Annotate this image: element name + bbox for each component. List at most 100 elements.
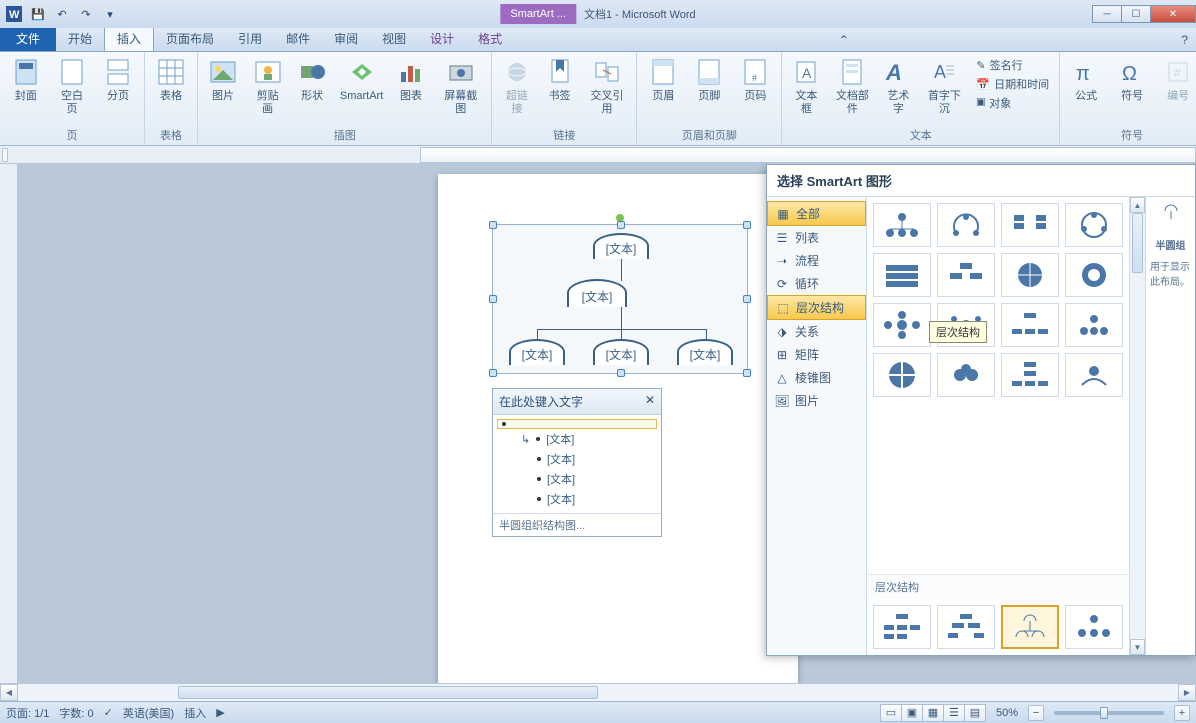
category-matrix[interactable]: ⊞矩阵	[767, 343, 866, 366]
category-list-item[interactable]: ☰列表	[767, 226, 866, 249]
quick-parts-button[interactable]: 文档部件	[828, 54, 876, 118]
blank-page-button[interactable]: 空白页	[50, 54, 95, 118]
layout-thumb[interactable]	[1065, 203, 1123, 247]
layout-thumb[interactable]	[873, 203, 931, 247]
footer-button[interactable]: 页脚	[687, 54, 731, 105]
layout-thumb[interactable]	[1001, 203, 1059, 247]
web-layout-view-icon[interactable]: ▦	[922, 704, 944, 722]
help-icon[interactable]: ?	[1173, 29, 1196, 51]
page-number-button[interactable]: #页码	[733, 54, 777, 105]
smartart-node[interactable]: [文本]	[509, 339, 565, 365]
smartart-node[interactable]: [文本]	[567, 279, 627, 307]
document-area[interactable]: [文本] [文本] [文本] [文本] [文本] 在此处键入文字 ✕ ↳[文本]…	[18, 164, 1196, 683]
horizontal-scrollbar[interactable]: ◀ ▶	[0, 683, 1196, 701]
layout-thumb[interactable]	[1065, 353, 1123, 397]
layout-thumb[interactable]	[873, 605, 931, 649]
smartart-node[interactable]: [文本]	[593, 233, 649, 259]
layout-thumb[interactable]	[873, 303, 931, 347]
category-relationship[interactable]: ⬗关系	[767, 320, 866, 343]
scroll-down-icon[interactable]: ▼	[1130, 639, 1145, 655]
text-pane-item[interactable]: [文本]	[497, 489, 657, 509]
cover-page-button[interactable]: 封面	[4, 54, 48, 105]
fullscreen-view-icon[interactable]: ▣	[901, 704, 923, 722]
category-pyramid[interactable]: △棱锥图	[767, 366, 866, 389]
ribbon-minimize-icon[interactable]: ⌃	[831, 29, 857, 51]
layout-thumb[interactable]	[937, 203, 995, 247]
clipart-button[interactable]: 剪贴画	[246, 54, 289, 118]
bookmark-button[interactable]: 书签	[539, 54, 579, 105]
undo-icon[interactable]: ↶	[52, 4, 72, 24]
redo-icon[interactable]: ↷	[76, 4, 96, 24]
text-pane-item[interactable]: ↳[文本]	[497, 429, 657, 449]
shapes-button[interactable]: 形状	[291, 54, 333, 105]
smartart-graphic[interactable]: [文本] [文本] [文本] [文本] [文本]	[492, 224, 748, 374]
layout-thumb[interactable]	[1065, 605, 1123, 649]
vertical-ruler[interactable]	[0, 164, 18, 683]
resize-handle[interactable]	[743, 295, 751, 303]
zoom-slider-handle[interactable]	[1100, 707, 1108, 719]
text-pane-item[interactable]	[497, 419, 657, 429]
print-layout-view-icon[interactable]: ▭	[880, 704, 902, 722]
file-tab[interactable]: 文件	[0, 26, 56, 51]
header-button[interactable]: 页眉	[641, 54, 685, 105]
layout-thumb[interactable]	[1065, 303, 1123, 347]
draft-view-icon[interactable]: ▤	[964, 704, 986, 722]
macro-icon[interactable]: ▶	[216, 706, 224, 719]
hyperlink-button[interactable]: 超链接	[496, 54, 537, 118]
close-button[interactable]: ✕	[1150, 5, 1196, 23]
smartart-node[interactable]: [文本]	[593, 339, 649, 365]
page-break-button[interactable]: 分页	[96, 54, 140, 105]
scroll-up-icon[interactable]: ▲	[1130, 197, 1145, 213]
equation-button[interactable]: π公式	[1064, 54, 1108, 105]
textbox-button[interactable]: A文本框	[786, 54, 826, 118]
tab-format[interactable]: 格式	[466, 26, 514, 51]
tab-review[interactable]: 审阅	[322, 26, 370, 51]
object-button[interactable]: 🞕对象	[974, 94, 1051, 112]
datetime-button[interactable]: 📅日期和时间	[974, 75, 1051, 93]
layout-thumb[interactable]	[1001, 303, 1059, 347]
smartart-node[interactable]: [文本]	[677, 339, 733, 365]
dropcap-button[interactable]: A首字下沉	[920, 54, 968, 118]
status-insert-mode[interactable]: 插入	[184, 705, 206, 721]
status-language[interactable]: 英语(美国)	[123, 705, 174, 721]
category-picture[interactable]: 🖼图片	[767, 389, 866, 412]
smartart-button[interactable]: SmartArt	[335, 54, 388, 105]
table-button[interactable]: 表格	[149, 54, 193, 105]
scroll-thumb[interactable]	[1132, 213, 1143, 273]
text-pane-item[interactable]: [文本]	[497, 469, 657, 489]
zoom-in-button[interactable]: +	[1174, 705, 1190, 721]
layout-thumb[interactable]	[873, 353, 931, 397]
layout-thumb[interactable]	[873, 253, 931, 297]
zoom-slider[interactable]	[1054, 711, 1164, 715]
category-process[interactable]: ➝流程	[767, 249, 866, 272]
picture-button[interactable]: 图片	[202, 54, 244, 105]
category-hierarchy[interactable]: ⬚层次结构	[767, 295, 866, 320]
resize-handle[interactable]	[617, 369, 625, 377]
minimize-button[interactable]: ─	[1092, 5, 1122, 23]
chart-button[interactable]: 图表	[390, 54, 432, 105]
text-pane-item[interactable]: [文本]	[497, 449, 657, 469]
layout-thumb[interactable]	[937, 605, 995, 649]
resize-handle[interactable]	[617, 221, 625, 229]
layout-thumb[interactable]	[1065, 253, 1123, 297]
tab-insert[interactable]: 插入	[104, 25, 154, 51]
screenshot-button[interactable]: 屏幕截图	[434, 54, 487, 118]
word-app-icon[interactable]: W	[4, 4, 24, 24]
tab-references[interactable]: 引用	[226, 26, 274, 51]
save-icon[interactable]: 💾	[28, 4, 48, 24]
smartart-text-pane[interactable]: 在此处键入文字 ✕ ↳[文本] [文本] [文本] [文本] 半圆组织结构图..…	[492, 388, 662, 537]
tab-view[interactable]: 视图	[370, 26, 418, 51]
tab-design[interactable]: 设计	[418, 26, 466, 51]
resize-handle[interactable]	[743, 369, 751, 377]
wordart-button[interactable]: A艺术字	[878, 54, 918, 118]
maximize-button[interactable]: ☐	[1121, 5, 1151, 23]
scroll-left-icon[interactable]: ◀	[0, 684, 18, 701]
resize-handle[interactable]	[489, 221, 497, 229]
layout-thumb[interactable]	[937, 253, 995, 297]
scroll-right-icon[interactable]: ▶	[1178, 684, 1196, 701]
tab-home[interactable]: 开始	[56, 26, 104, 51]
resize-handle[interactable]	[743, 221, 751, 229]
text-pane-close-icon[interactable]: ✕	[645, 393, 655, 410]
cross-ref-button[interactable]: 交叉引用	[582, 54, 633, 118]
layout-thumb-selected[interactable]	[1001, 605, 1059, 649]
